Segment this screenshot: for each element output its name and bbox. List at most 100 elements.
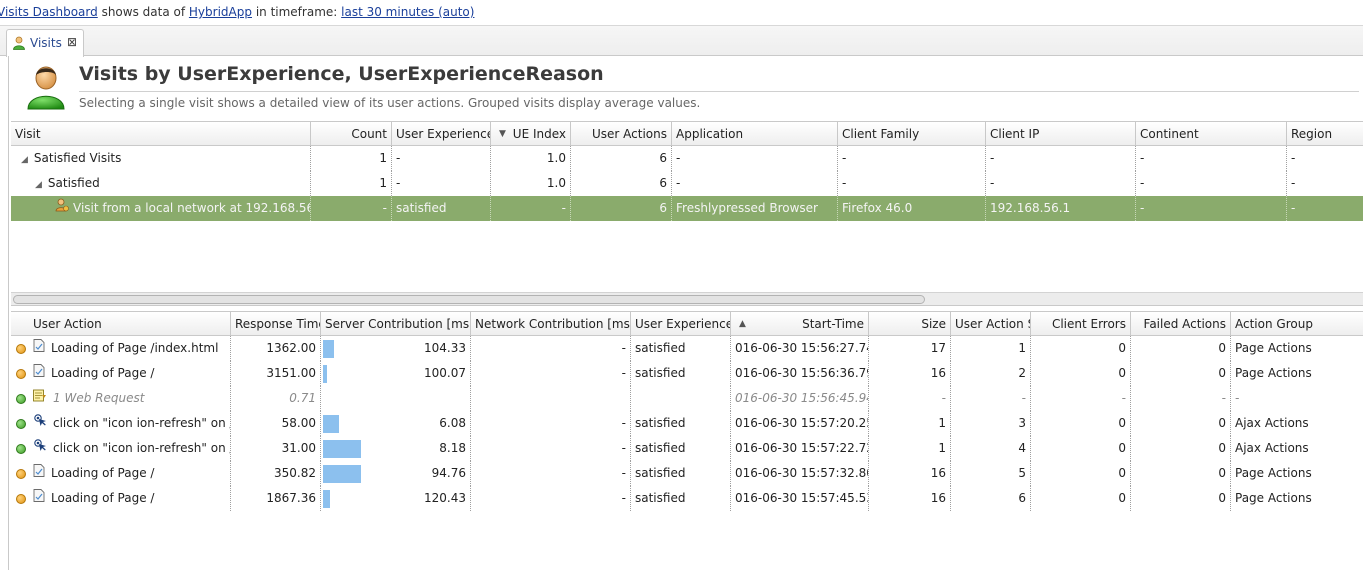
close-tab-icon[interactable]: ⊠	[67, 35, 77, 49]
table-row[interactable]: ◢ Satisfied 1 - 1.0 6 - - - - -	[11, 171, 1363, 196]
col-ue-index-label: UE Index	[512, 127, 566, 141]
expand-triangle-icon[interactable]: ◢	[21, 155, 28, 165]
group-cell: Page Actions	[1231, 486, 1363, 511]
table-row[interactable]: Loading of Page / 1867.36 120.43 - satisfied…	[11, 486, 1363, 511]
visit-cell: ◢ Satisfied	[11, 171, 311, 196]
group-value: Ajax Actions	[1235, 416, 1309, 430]
table-row[interactable]: click on "icon ion-refresh" on / 31.00 8.1…	[11, 436, 1363, 461]
timeframe-link[interactable]: last 30 minutes (auto)	[341, 5, 474, 19]
tab-visits[interactable]: Visits ⊠	[6, 29, 84, 57]
start-cell: 016-06-30 15:56:27.741	[731, 336, 869, 361]
seq-value: 2	[1018, 366, 1026, 380]
col-server-contribution[interactable]: Server Contribution [ms]	[321, 312, 471, 337]
orange-status-icon	[16, 469, 26, 479]
table-row[interactable]: Loading of Page /index.html 1362.00 104.33…	[11, 336, 1363, 361]
start-cell: 016-06-30 15:57:20.255	[731, 411, 869, 436]
col-continent[interactable]: Continent	[1136, 122, 1287, 147]
col-client-ip[interactable]: Client IP	[986, 122, 1136, 147]
selected-visit-row[interactable]: Visit from a local network at 192.168.56…	[11, 196, 1363, 221]
table-row[interactable]: ◢ Satisfied Visits 1 - 1.0 6 - - - - -	[11, 146, 1363, 171]
user-action-cell: 1 Web Request	[11, 386, 231, 411]
network-value: -	[621, 441, 626, 455]
col-user-experience[interactable]: User Experience	[392, 122, 491, 147]
green-status-icon	[16, 419, 26, 429]
col-visit[interactable]: Visit	[11, 122, 311, 147]
col-user-action[interactable]: User Action	[11, 312, 231, 337]
scrollbar-thumb[interactable]	[13, 295, 925, 304]
server-value: 100.07	[424, 366, 466, 380]
errors-value: 0	[1118, 441, 1126, 455]
actions-table-header: User Action Response Time Server Contrib…	[11, 311, 1363, 337]
col-user-experience[interactable]: User Experience	[631, 312, 731, 337]
col-region[interactable]: Region	[1287, 122, 1363, 147]
errors-cell: -	[1031, 386, 1131, 411]
page-icon	[33, 336, 45, 361]
col-client-errors[interactable]: Client Errors	[1031, 312, 1131, 337]
failed-cell: 0	[1131, 411, 1231, 436]
failed-cell: 0	[1131, 336, 1231, 361]
size-value: 16	[930, 466, 946, 480]
server-cell: 6.08	[321, 411, 471, 436]
visits-table: Visit Count User Experience ▼ UE Index U…	[11, 121, 1363, 293]
tab-strip: Visits ⊠	[0, 25, 1363, 57]
col-user-actions[interactable]: User Actions	[571, 122, 672, 147]
ux-value: satisfied	[635, 341, 686, 355]
expand-triangle-icon[interactable]: ◢	[35, 180, 42, 190]
table-row[interactable]: Loading of Page / 3151.00 100.07 - satisfied…	[11, 361, 1363, 386]
group-value: Ajax Actions	[1235, 441, 1309, 455]
table-row[interactable]: click on "icon ion-refresh" on / 58.00 6.0…	[11, 411, 1363, 436]
table-row[interactable]: 1 Web Request 0.71 016-06-30 15:56:45.940 -…	[11, 386, 1363, 411]
user-action-label: 1 Web Request	[53, 391, 145, 405]
col-user-action-seq[interactable]: User Action S	[951, 312, 1031, 337]
green-status-icon	[16, 394, 26, 404]
failed-cell: 0	[1131, 361, 1231, 386]
col-failed-actions[interactable]: Failed Actions	[1131, 312, 1231, 337]
ux-value: satisfied	[635, 441, 686, 455]
ux-cell: satisfied	[631, 486, 731, 511]
seq-cell: 5	[951, 461, 1031, 486]
sort-asc-icon: ▲	[739, 319, 746, 329]
ux-value: satisfied	[635, 416, 686, 430]
group-cell: -	[1231, 386, 1363, 411]
failed-value: 0	[1218, 466, 1226, 480]
visits-horizontal-scrollbar[interactable]	[11, 292, 1363, 306]
server-value: 8.18	[439, 441, 466, 455]
col-network-contribution[interactable]: Network Contribution [ms]	[471, 312, 631, 337]
size-value: -	[941, 391, 946, 405]
user-icon	[12, 36, 26, 53]
col-application[interactable]: Application	[672, 122, 838, 147]
size-cell: 16	[869, 486, 951, 511]
network-value: -	[621, 466, 626, 480]
response-cell: 1867.36	[231, 486, 321, 511]
visitor-avatar-icon	[25, 64, 67, 113]
visits-dashboard-link[interactable]: Visits Dashboard	[0, 5, 98, 19]
col-count[interactable]: Count	[311, 122, 392, 147]
col-size[interactable]: Size	[869, 312, 951, 337]
start-cell: 016-06-30 15:57:45.539	[731, 486, 869, 511]
hybridapp-link[interactable]: HybridApp	[189, 5, 252, 19]
seq-cell: 3	[951, 411, 1031, 436]
seq-cell: 4	[951, 436, 1031, 461]
table-row[interactable]: Loading of Page /350.82 94.76- satisfied 01…	[11, 461, 1363, 486]
response-cell: 31.00	[231, 436, 321, 461]
col-start-time[interactable]: ▲ Start-Time	[731, 312, 869, 337]
size-cell: 16	[869, 361, 951, 386]
size-value: 17	[930, 341, 946, 355]
errors-cell: 0	[1031, 436, 1131, 461]
web-request-icon	[33, 386, 47, 411]
orange-status-icon	[16, 494, 26, 504]
col-action-group[interactable]: Action Group	[1231, 312, 1363, 337]
failed-cell: 0	[1131, 436, 1231, 461]
server-contribution-bar	[323, 440, 361, 458]
user-action-label: Loading of Page /	[51, 491, 155, 505]
errors-cell: 0	[1031, 361, 1131, 386]
user-action-label: Loading of Page /index.html	[51, 341, 219, 355]
response-value: 3151.00	[266, 366, 316, 380]
col-ue-index[interactable]: ▼ UE Index	[491, 122, 571, 147]
orange-status-icon	[16, 344, 26, 354]
response-cell: 3151.00	[231, 361, 321, 386]
col-response-time[interactable]: Response Time	[231, 312, 321, 337]
response-value: 58.00	[281, 416, 316, 430]
col-client-family[interactable]: Client Family	[838, 122, 986, 147]
failed-cell: 0	[1131, 461, 1231, 486]
